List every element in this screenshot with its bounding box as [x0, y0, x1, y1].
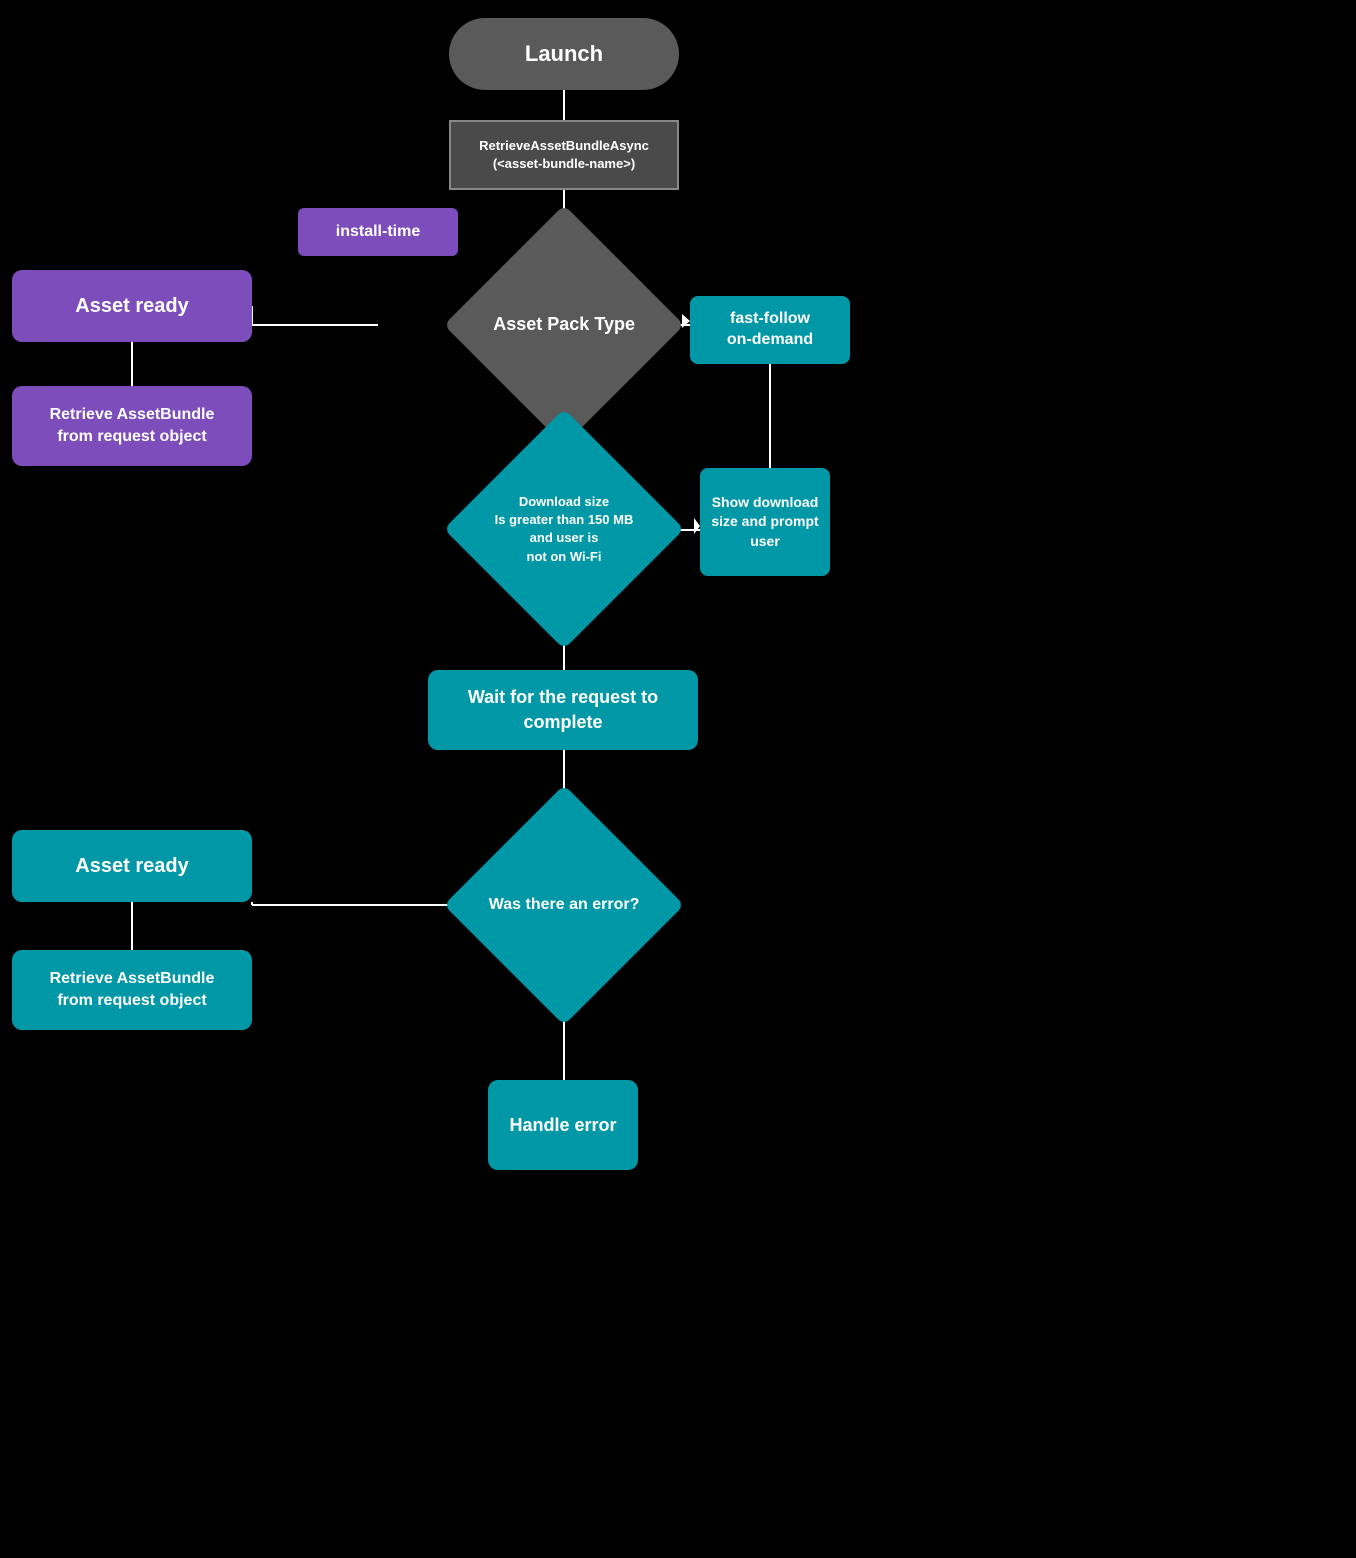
asset-ready-1-label: Asset ready — [75, 295, 188, 318]
retrieve-req-1-label: Retrieve AssetBundle from request object — [50, 404, 215, 449]
error-diamond-label: Was there an error? — [489, 894, 640, 916]
show-download-node: Show download size and prompt user — [700, 468, 830, 576]
show-download-label: Show download size and prompt user — [700, 493, 830, 552]
retrieve-async-label: RetrieveAssetBundleAsync (<asset-bundle-… — [479, 137, 649, 173]
install-time-node: install-time — [298, 208, 458, 256]
asset-ready-2-label: Asset ready — [75, 855, 188, 878]
error-diamond-node: Was there an error? — [444, 785, 684, 1025]
launch-node: Launch — [449, 18, 679, 90]
fast-follow-node: fast-follow on-demand — [690, 296, 850, 364]
handle-error-node: Handle error — [488, 1080, 638, 1170]
connector-lines — [0, 0, 1356, 1558]
retrieve-async-node: RetrieveAssetBundleAsync (<asset-bundle-… — [449, 120, 679, 190]
retrieve-req-2-node: Retrieve AssetBundle from request object — [12, 950, 252, 1030]
fast-follow-label: fast-follow on-demand — [727, 309, 813, 351]
install-time-label: install-time — [336, 223, 420, 241]
launch-label: Launch — [525, 41, 603, 67]
asset-ready-1-node: Asset ready — [12, 270, 252, 342]
wait-request-node: Wait for the request to complete — [428, 670, 698, 750]
retrieve-req-2-label: Retrieve AssetBundle from request object — [50, 968, 215, 1013]
download-size-node: Download size Is greater than 150 MB and… — [444, 409, 684, 649]
wait-request-label: Wait for the request to complete — [428, 685, 698, 735]
asset-ready-2-node: Asset ready — [12, 830, 252, 902]
retrieve-req-1-node: Retrieve AssetBundle from request object — [12, 386, 252, 466]
flowchart: Launch RetrieveAssetBundleAsync (<asset-… — [0, 0, 1356, 1558]
asset-pack-type-label: Asset Pack Type — [493, 313, 635, 336]
download-size-label: Download size Is greater than 150 MB and… — [487, 493, 642, 566]
handle-error-label: Handle error — [509, 1115, 616, 1136]
